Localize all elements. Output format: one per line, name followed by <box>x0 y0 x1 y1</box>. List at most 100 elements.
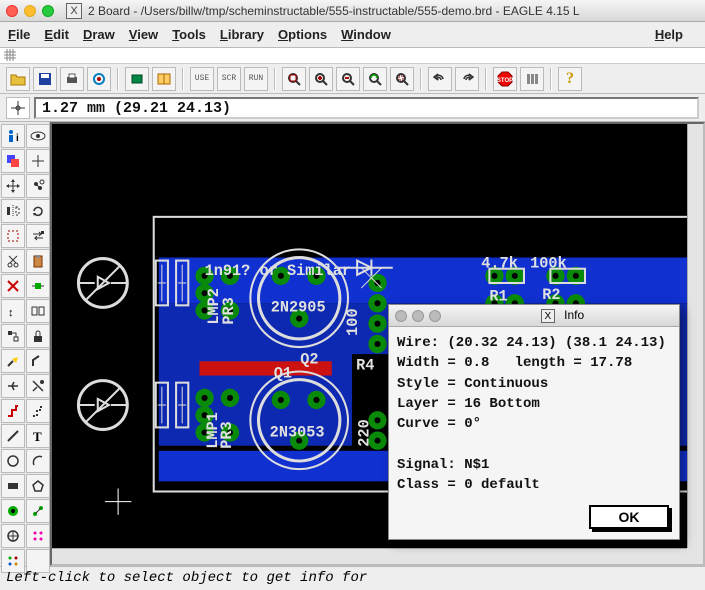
x11-icon: X <box>66 3 82 19</box>
mirror-tool[interactable] <box>1 199 25 223</box>
text-tool[interactable]: T <box>26 424 50 448</box>
window-titlebar: X 2 Board - /Users/billw/tmp/scheminstru… <box>0 0 705 22</box>
x11-icon: X <box>541 309 555 323</box>
via-tool[interactable] <box>1 499 25 523</box>
grid-indicator <box>0 48 705 64</box>
arc-tool[interactable] <box>26 449 50 473</box>
menu-edit[interactable]: Edit <box>44 27 69 42</box>
tool-palette: i ↕ T <box>0 122 50 566</box>
zoom-window-icon[interactable] <box>42 5 54 17</box>
cut-tool[interactable] <box>1 249 25 273</box>
zoom-fit-button[interactable] <box>282 67 306 91</box>
stop-button[interactable]: STOP <box>493 67 517 91</box>
paste-tool[interactable] <box>26 249 50 273</box>
replace-tool[interactable] <box>1 324 25 348</box>
menu-draw[interactable]: Draw <box>83 27 115 42</box>
svg-text:PR3: PR3 <box>218 421 236 448</box>
svg-text:4.7k: 4.7k <box>481 255 518 273</box>
info-dialog-body: Wire: (20.32 24.13) (38.1 24.13) Width =… <box>389 327 679 499</box>
undo-button[interactable] <box>428 67 452 91</box>
coordinate-bar: 1.27 mm (29.21 24.13) <box>0 94 705 122</box>
open-button[interactable] <box>6 67 30 91</box>
origin-icon[interactable] <box>6 97 30 119</box>
eye-tool[interactable] <box>26 124 50 148</box>
miter-tool[interactable] <box>26 349 50 373</box>
redo-button[interactable] <box>455 67 479 91</box>
svg-text:STOP: STOP <box>497 78 513 84</box>
script-button[interactable]: SCR <box>217 67 241 91</box>
smash-tool[interactable] <box>1 349 25 373</box>
add-tool[interactable] <box>26 274 50 298</box>
coordinate-display[interactable]: 1.27 mm (29.21 24.13) <box>34 97 699 119</box>
zoom-select-button[interactable] <box>390 67 414 91</box>
go-button[interactable] <box>520 67 544 91</box>
optimize-tool[interactable] <box>26 374 50 398</box>
svg-text:R4: R4 <box>356 356 374 374</box>
ripup-tool[interactable] <box>26 399 50 423</box>
svg-text:Q2: Q2 <box>300 350 318 368</box>
menu-view[interactable]: View <box>129 27 158 42</box>
mark-tool[interactable] <box>26 149 50 173</box>
vertical-scrollbar[interactable] <box>687 124 703 548</box>
zoom-out-button[interactable] <box>336 67 360 91</box>
info-dialog: X Info Wire: (20.32 24.13) (38.1 24.13) … <box>388 304 680 540</box>
svg-text:100k: 100k <box>530 255 567 273</box>
menu-window[interactable]: Window <box>341 27 391 42</box>
svg-text:i: i <box>16 133 19 143</box>
minimize-window-icon[interactable] <box>24 5 36 17</box>
pinswap-tool[interactable]: ↕ <box>1 299 25 323</box>
rotate-tool[interactable] <box>26 199 50 223</box>
copy-tool[interactable] <box>26 174 50 198</box>
menu-library[interactable]: Library <box>220 27 264 42</box>
lock-tool[interactable] <box>26 324 50 348</box>
gateswap-tool[interactable] <box>26 299 50 323</box>
main-toolbar: USE SCR RUN STOP ? <box>0 64 705 94</box>
svg-text:PR3: PR3 <box>220 297 238 324</box>
wire-tool[interactable] <box>1 424 25 448</box>
polygon-tool[interactable] <box>26 474 50 498</box>
help-button[interactable]: ? <box>558 67 582 91</box>
rect-tool[interactable] <box>1 474 25 498</box>
window-title: 2 Board - /Users/billw/tmp/scheminstruct… <box>88 4 699 18</box>
attribute-tool[interactable] <box>26 524 50 548</box>
svg-text:R1: R1 <box>489 287 507 305</box>
group-tool[interactable] <box>1 224 25 248</box>
menu-tools[interactable]: Tools <box>172 27 206 42</box>
schematic-button[interactable] <box>152 67 176 91</box>
hole-tool[interactable] <box>1 524 25 548</box>
board-button[interactable] <box>125 67 149 91</box>
split-tool[interactable] <box>1 374 25 398</box>
close-window-icon[interactable] <box>6 5 18 17</box>
save-button[interactable] <box>33 67 57 91</box>
route-tool[interactable] <box>1 399 25 423</box>
cam-button[interactable] <box>87 67 111 91</box>
move-tool[interactable] <box>1 174 25 198</box>
change-tool[interactable] <box>26 224 50 248</box>
dialog-close-icon[interactable] <box>395 310 407 322</box>
info-tool[interactable]: i <box>1 124 25 148</box>
ok-button[interactable]: OK <box>589 505 669 529</box>
menu-options[interactable]: Options <box>278 27 327 42</box>
horizontal-scrollbar[interactable] <box>52 548 687 564</box>
menu-file[interactable]: File <box>8 27 30 42</box>
svg-text:T: T <box>33 429 42 443</box>
status-bar: Left-click to select object to get info … <box>0 566 705 590</box>
menu-help[interactable]: Help <box>655 27 683 42</box>
use-button[interactable]: USE <box>190 67 214 91</box>
svg-text:2N2905: 2N2905 <box>271 298 326 316</box>
zoom-in-button[interactable] <box>309 67 333 91</box>
menu-bar: File Edit Draw View Tools Library Option… <box>0 22 705 48</box>
svg-text:Q1: Q1 <box>274 365 292 383</box>
signal-tool[interactable] <box>26 499 50 523</box>
dialog-zoom-icon[interactable] <box>429 310 441 322</box>
print-button[interactable] <box>60 67 84 91</box>
redraw-button[interactable] <box>363 67 387 91</box>
delete-tool[interactable] <box>1 274 25 298</box>
svg-text:100: 100 <box>344 308 362 335</box>
layers-tool[interactable] <box>1 149 25 173</box>
dialog-minimize-icon[interactable] <box>412 310 424 322</box>
svg-text:220: 220 <box>355 419 373 446</box>
info-dialog-titlebar[interactable]: X Info <box>389 305 679 327</box>
circle-tool[interactable] <box>1 449 25 473</box>
run-button[interactable]: RUN <box>244 67 268 91</box>
